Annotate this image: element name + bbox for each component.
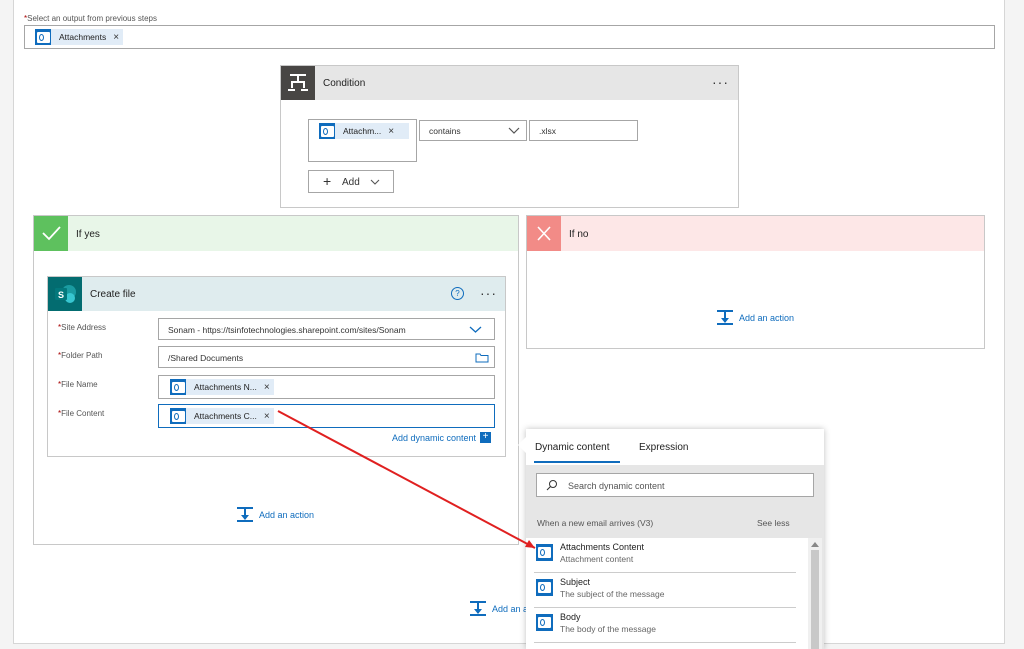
annotation-arrow (277, 410, 536, 549)
